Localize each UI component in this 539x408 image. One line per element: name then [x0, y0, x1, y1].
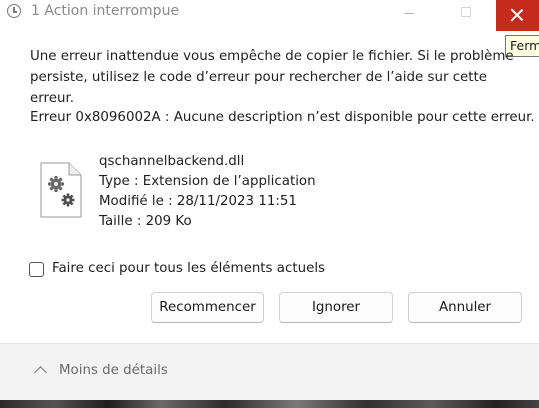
file-size: Taille : 209 Ko [99, 214, 192, 229]
clock-icon [7, 4, 21, 18]
dialog-window: 1 Action interrompue Ferm Une erreur ina… [0, 0, 539, 408]
file-type: Type : Extension de l’application [99, 174, 316, 189]
apply-to-all-label[interactable]: Faire ceci pour tous les éléments actuel… [52, 261, 325, 276]
maximize-icon [461, 7, 471, 17]
maximize-button[interactable] [437, 0, 495, 26]
error-code: Erreur 0x8096002A : Aucune description n… [30, 110, 535, 125]
ignore-button[interactable]: Ignorer [279, 292, 393, 323]
file-name: qschannelbackend.dll [99, 154, 245, 169]
cancel-button[interactable]: Annuler [408, 292, 522, 323]
close-icon [510, 8, 524, 22]
close-button[interactable] [496, 0, 539, 31]
file-modified: Modifié le : 28/11/2023 11:51 [99, 194, 297, 209]
retry-button[interactable]: Recommencer [151, 292, 264, 323]
desktop-background-strip [0, 400, 539, 408]
minimize-icon [404, 13, 414, 14]
settings-file-icon [40, 162, 82, 218]
title-bar[interactable]: 1 Action interrompue [0, 0, 539, 31]
chevron-up-icon [34, 366, 47, 379]
error-message: Une erreur inattendue vous empêche de co… [30, 49, 514, 106]
dialog-footer: Moins de détails [0, 343, 539, 400]
less-details-label[interactable]: Moins de détails [59, 363, 168, 378]
window-title: 1 Action interrompue [31, 3, 180, 19]
apply-to-all-checkbox[interactable] [29, 262, 44, 277]
file-details: qschannelbackend.dll Type : Extension de… [99, 152, 316, 232]
minimize-button[interactable] [381, 0, 437, 26]
